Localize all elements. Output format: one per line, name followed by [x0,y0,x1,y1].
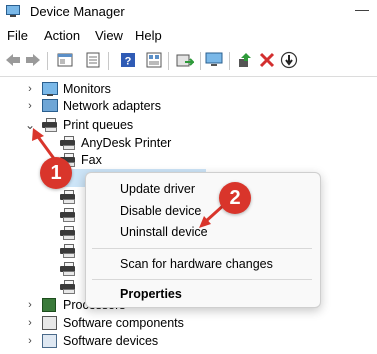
menu-item-properties[interactable]: Properties [120,287,182,301]
tree-label: AnyDesk Printer [81,136,172,150]
printer-icon [60,190,76,204]
software-component-icon [42,316,58,330]
svg-text:?: ? [125,56,132,68]
tree-item-printer[interactable] [60,206,81,224]
chevron-down-icon[interactable]: ⌄ [24,118,36,132]
printer-icon [60,280,76,294]
chevron-right-icon[interactable]: › [24,100,36,112]
back-icon[interactable] [4,51,22,69]
menu-divider [92,279,312,280]
tree-item-printer[interactable] [60,224,81,242]
callout-badge-1: 1 [40,157,72,189]
chevron-right-icon[interactable]: › [24,317,36,329]
printer-icon [60,226,76,240]
window-title: Device Manager [30,4,125,19]
processor-icon [42,298,58,312]
menu-action[interactable]: Action [44,28,80,43]
menu-item-disable-device[interactable]: Disable device [120,204,201,218]
printer-icon [60,244,76,258]
menu-file[interactable]: File [7,28,28,43]
device-view-icon[interactable] [145,51,163,69]
tree-item-monitors[interactable]: › Monitors [24,80,111,98]
menu-view[interactable]: View [95,28,123,43]
title-bar: Device Manager — [0,0,377,24]
monitor-icon[interactable] [205,51,223,69]
uninstall-icon[interactable] [258,51,276,69]
software-device-icon [42,334,58,348]
callout-badge-2: 2 [219,182,251,214]
network-adapter-icon [42,99,58,113]
printer-icon [42,118,58,132]
monitor-category-icon [42,82,58,96]
menu-item-uninstall-device[interactable]: Uninstall device [120,225,208,239]
context-menu: Update driver Disable device Uninstall d… [85,172,321,308]
printer-icon [60,136,76,150]
minimize-button[interactable]: — [355,1,369,17]
tree-item-anydesk-printer[interactable]: AnyDesk Printer [60,134,171,152]
device-manager-app-icon [6,5,20,17]
tree-item-printer[interactable] [60,188,81,206]
details-icon[interactable] [84,51,102,69]
chevron-right-icon[interactable]: › [24,335,36,347]
tree-item-printer[interactable] [60,242,81,260]
toolbar-separator [47,52,48,70]
toolbar-separator [229,52,230,70]
tree-item-software-components[interactable]: › Software components [24,314,184,332]
chevron-right-icon[interactable]: › [24,83,36,95]
tree-item-printer[interactable] [60,278,81,296]
tree-label: Software devices [63,334,159,348]
printer-icon [60,262,76,276]
disable-icon[interactable] [280,51,298,69]
toolbar-separator [200,52,201,70]
toolbar-separator [108,52,109,70]
scan-icon[interactable] [176,51,194,69]
menu-item-scan-hardware[interactable]: Scan for hardware changes [120,257,273,271]
help-icon[interactable]: ? [119,51,137,69]
menu-divider [92,248,312,249]
printer-icon [60,208,76,222]
tree-label: Monitors [63,82,111,96]
tree-label: Software components [63,316,184,330]
tree-label: Network adapters [63,99,161,113]
tree-item-software-devices[interactable]: › Software devices [24,332,158,350]
forward-icon[interactable] [24,51,42,69]
menu-bar: File Action View Help [0,24,377,46]
toolbar-separator [168,52,169,70]
tree-item-print-queues[interactable]: ⌄ Print queues [24,116,133,134]
toolbar: ? [0,46,377,77]
tree-item-printer[interactable] [60,260,81,278]
tree-item-network-adapters[interactable]: › Network adapters [24,97,161,115]
tree-label: Print queues [63,118,134,132]
properties-icon[interactable] [56,51,74,69]
menu-item-update-driver[interactable]: Update driver [120,182,195,196]
update-driver-icon[interactable] [236,51,254,69]
chevron-right-icon[interactable]: › [24,299,36,311]
menu-help[interactable]: Help [135,28,162,43]
tree-label: Fax [81,153,102,167]
